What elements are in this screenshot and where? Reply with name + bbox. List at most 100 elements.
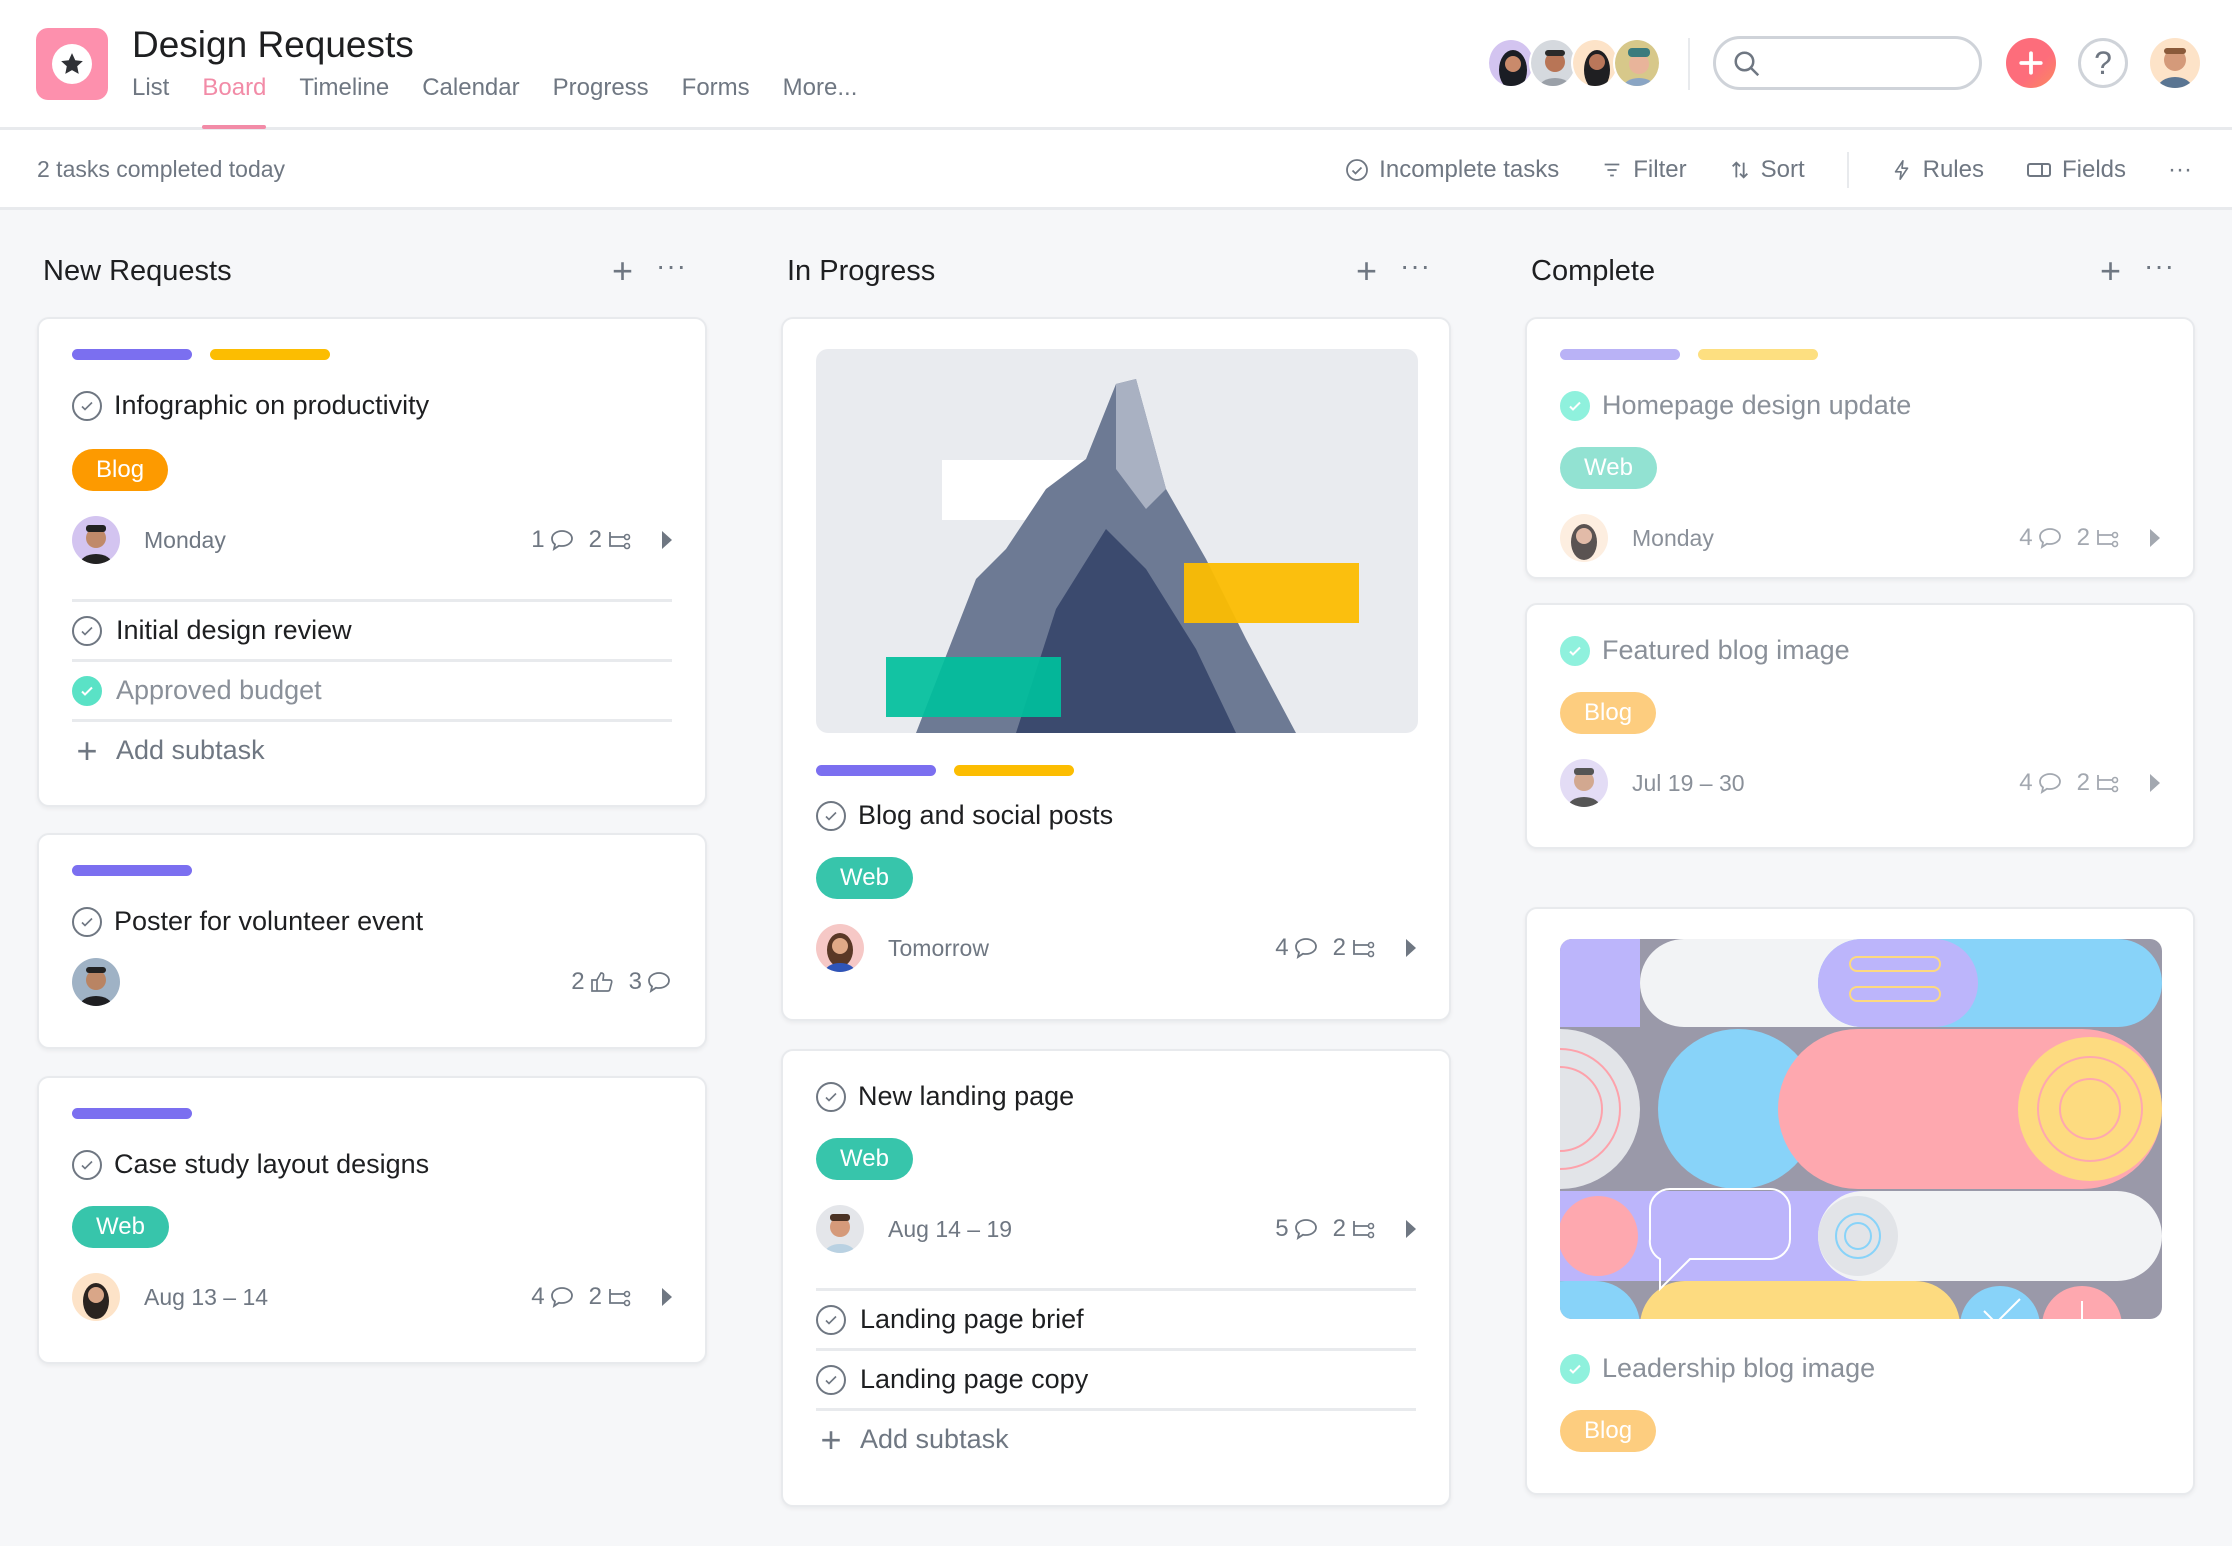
- tab-progress[interactable]: Progress: [553, 74, 649, 128]
- expand-subtasks-icon[interactable]: [1406, 939, 1416, 957]
- subtask-checkbox[interactable]: [816, 1364, 846, 1395]
- sort-button[interactable]: Sort: [1729, 156, 1805, 184]
- complete-checkbox[interactable]: [72, 390, 102, 421]
- subtask-count[interactable]: 2: [589, 526, 632, 554]
- subtask-count[interactable]: 2: [2077, 524, 2120, 552]
- tag-blog[interactable]: Blog: [1560, 692, 1657, 734]
- complete-checkbox[interactable]: [1560, 635, 1590, 666]
- task-card[interactable]: Featured blog image Blog Jul 19 – 30 4 2: [1525, 603, 2195, 849]
- avatar[interactable]: [1487, 38, 1535, 88]
- task-card[interactable]: New landing page Web Aug 14 – 19 5 2 Lan…: [781, 1049, 1451, 1507]
- task-card[interactable]: Infographic on productivity Blog Monday …: [37, 317, 707, 807]
- due-date[interactable]: Monday: [1632, 525, 1714, 552]
- like-count[interactable]: 2: [571, 968, 614, 996]
- subtask-row[interactable]: Landing page brief: [816, 1288, 1416, 1348]
- assignee-avatar[interactable]: [816, 1205, 864, 1253]
- subtask-checkbox[interactable]: [72, 675, 102, 706]
- add-task-button[interactable]: +: [2100, 250, 2121, 292]
- tag-blog[interactable]: Blog: [1560, 1410, 1657, 1452]
- due-date[interactable]: Monday: [144, 527, 226, 554]
- complete-checkbox[interactable]: [816, 800, 846, 831]
- search-input[interactable]: [1713, 36, 1982, 90]
- subtask-count[interactable]: 2: [2077, 769, 2120, 797]
- mountain-illustration: [886, 379, 1359, 733]
- complete-checkbox[interactable]: [1560, 390, 1590, 421]
- assignee-avatar[interactable]: [72, 1273, 120, 1321]
- subtask-row[interactable]: Initial design review: [72, 599, 672, 659]
- comment-icon: [2038, 773, 2061, 794]
- due-date[interactable]: Jul 19 – 30: [1632, 770, 1745, 797]
- comment-count[interactable]: 1: [531, 526, 574, 554]
- due-date[interactable]: Tomorrow: [888, 935, 989, 962]
- check-icon: [825, 811, 837, 821]
- task-card[interactable]: Case study layout designs Web Aug 13 – 1…: [37, 1076, 707, 1364]
- expand-subtasks-icon[interactable]: [2150, 774, 2160, 792]
- subtask-icon: [2097, 775, 2119, 793]
- add-subtask-button[interactable]: + Add subtask: [816, 1408, 1416, 1468]
- column-menu-button[interactable]: ···: [656, 250, 687, 282]
- task-title: Blog and social posts: [858, 800, 1114, 830]
- assignee-avatar[interactable]: [1560, 514, 1608, 562]
- comment-count[interactable]: 4: [1275, 934, 1318, 962]
- tag-web[interactable]: Web: [816, 857, 913, 899]
- fields-button[interactable]: Fields: [2026, 156, 2126, 184]
- due-date[interactable]: Aug 14 – 19: [888, 1216, 1012, 1243]
- more-options-button[interactable]: ···: [2168, 156, 2192, 184]
- subtask-row[interactable]: Approved budget: [72, 659, 672, 719]
- task-card[interactable]: Leadership blog image Blog: [1525, 907, 2195, 1495]
- avatar[interactable]: [1613, 38, 1661, 88]
- tab-timeline[interactable]: Timeline: [299, 74, 389, 128]
- tab-board[interactable]: Board: [202, 74, 267, 129]
- tab-calendar[interactable]: Calendar: [422, 74, 519, 128]
- add-task-button[interactable]: +: [612, 250, 633, 292]
- complete-checkbox[interactable]: [816, 1081, 846, 1112]
- expand-subtasks-icon[interactable]: [2150, 529, 2160, 547]
- subtask-row[interactable]: Landing page copy: [816, 1348, 1416, 1408]
- tab-more[interactable]: More...: [783, 74, 858, 128]
- add-subtask-button[interactable]: + Add subtask: [72, 719, 672, 779]
- complete-checkbox[interactable]: [1560, 1353, 1590, 1384]
- help-button[interactable]: ?: [2078, 38, 2128, 88]
- tab-list[interactable]: List: [132, 74, 169, 128]
- assignee-avatar[interactable]: [72, 516, 120, 564]
- filter-button[interactable]: Filter: [1601, 156, 1687, 184]
- column-menu-button[interactable]: ···: [1400, 250, 1431, 282]
- comment-count[interactable]: 4: [2019, 769, 2062, 797]
- subtask-checkbox[interactable]: [72, 615, 102, 646]
- project-logo[interactable]: [36, 28, 108, 100]
- tag-web[interactable]: Web: [1560, 447, 1657, 489]
- user-avatar[interactable]: [2150, 38, 2200, 88]
- tag-web[interactable]: Web: [72, 1206, 169, 1248]
- tag-blog[interactable]: Blog: [72, 449, 169, 491]
- subtask-count[interactable]: 2: [1333, 934, 1376, 962]
- add-task-button[interactable]: +: [1356, 250, 1377, 292]
- column-menu-button[interactable]: ···: [2144, 250, 2175, 282]
- avatar[interactable]: [1529, 38, 1577, 88]
- due-date[interactable]: Aug 13 – 14: [144, 1284, 268, 1311]
- subtask-count[interactable]: 2: [589, 1283, 632, 1311]
- incomplete-tasks-filter[interactable]: Incomplete tasks: [1345, 156, 1559, 184]
- rules-button[interactable]: Rules: [1891, 156, 1984, 184]
- comment-count[interactable]: 3: [629, 968, 672, 996]
- task-card[interactable]: Poster for volunteer event 2 3: [37, 833, 707, 1049]
- complete-checkbox[interactable]: [72, 1149, 102, 1180]
- comment-count[interactable]: 5: [1275, 1215, 1318, 1243]
- project-members[interactable]: [1487, 38, 1661, 88]
- expand-subtasks-icon[interactable]: [662, 531, 672, 549]
- assignee-avatar[interactable]: [1560, 759, 1608, 807]
- quick-add-button[interactable]: [2006, 38, 2056, 88]
- assignee-avatar[interactable]: [72, 958, 120, 1006]
- subtask-checkbox[interactable]: [816, 1304, 846, 1335]
- expand-subtasks-icon[interactable]: [662, 1288, 672, 1306]
- task-card[interactable]: Homepage design update Web Monday 4 2: [1525, 317, 2195, 579]
- subtask-count[interactable]: 2: [1333, 1215, 1376, 1243]
- tag-web[interactable]: Web: [816, 1138, 913, 1180]
- assignee-avatar[interactable]: [816, 924, 864, 972]
- expand-subtasks-icon[interactable]: [1406, 1220, 1416, 1238]
- complete-checkbox[interactable]: [72, 906, 102, 937]
- avatar[interactable]: [1571, 38, 1619, 88]
- tab-forms[interactable]: Forms: [682, 74, 750, 128]
- comment-count[interactable]: 4: [2019, 524, 2062, 552]
- task-card[interactable]: Blog and social posts Web Tomorrow 4 2: [781, 317, 1451, 1021]
- comment-count[interactable]: 4: [531, 1283, 574, 1311]
